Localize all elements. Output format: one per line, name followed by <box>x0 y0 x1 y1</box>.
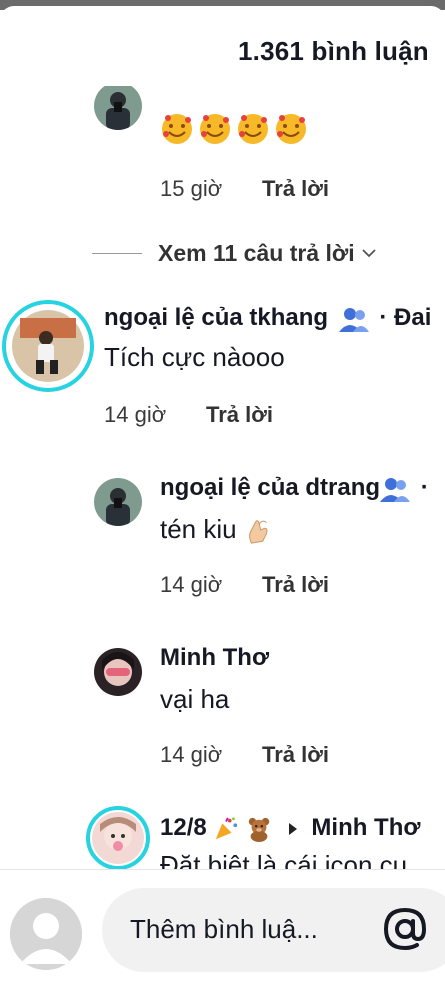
reply-button[interactable]: Trả lời <box>262 572 329 598</box>
avatar[interactable] <box>94 478 142 526</box>
caret-right-icon <box>288 822 297 835</box>
comments-header: 1.361 bình luận <box>0 36 445 76</box>
comment-time: 14 giờ <box>104 402 167 427</box>
comment-text: tén kiu <box>160 514 272 545</box>
chevron-down-icon <box>361 249 376 258</box>
comment-input-placeholder: Thêm bình luậ... <box>130 914 318 944</box>
commenter-name[interactable]: Minh Thơ <box>160 644 269 672</box>
comment-time: 15 giờ <box>160 176 223 201</box>
at-icon[interactable] <box>382 906 428 952</box>
reply-button[interactable]: Trả lời <box>206 402 273 428</box>
comment-time: 14 giờ <box>160 572 223 597</box>
comment-text: vại ha <box>160 684 230 714</box>
default-avatar-icon <box>10 898 82 970</box>
friends-icon <box>338 307 369 332</box>
comment-time: 14 giờ <box>160 742 223 767</box>
reply-button[interactable]: Trả lời <box>262 176 329 202</box>
avatar[interactable] <box>94 648 142 696</box>
smiling-face-with-hearts-emoji <box>276 114 306 144</box>
party-popper-emoji <box>216 817 238 839</box>
reply-button[interactable]: Trả lời <box>262 742 329 768</box>
view-replies-label: Xem 11 câu trả lời <box>158 239 355 266</box>
comments-sheet: 1.361 bình luận 15 giờ Trả lời Xem 11 câ… <box>0 6 445 989</box>
commenter-name[interactable]: 12/8 Minh Thơ <box>160 814 420 842</box>
commenter-name[interactable]: ngoại lệ của tkhang · Đai <box>104 304 431 332</box>
commenter-name[interactable]: ngoại lệ của dtrang · <box>160 474 429 502</box>
teddy-bear-emoji <box>248 817 270 842</box>
comment-input[interactable]: Thêm bình luậ... <box>102 888 445 972</box>
friends-icon <box>380 477 411 502</box>
avatar[interactable] <box>94 86 142 130</box>
comment-text: Tích cực nàooo <box>104 342 285 372</box>
avatar[interactable] <box>86 806 150 870</box>
comment-composer: Thêm bình luậ... <box>0 869 445 989</box>
avatar[interactable] <box>2 300 94 392</box>
divider-line <box>92 252 142 254</box>
smiling-face-with-hearts-emoji <box>238 114 268 144</box>
smiling-face-with-hearts-emoji <box>162 114 192 144</box>
comment-count-title: 1.361 bình luận <box>238 36 429 66</box>
current-user-avatar[interactable] <box>10 898 82 970</box>
smiling-face-with-hearts-emoji <box>200 114 230 144</box>
view-replies-button[interactable]: Xem 11 câu trả lời <box>92 238 377 268</box>
finger-heart-emoji <box>248 520 268 544</box>
comment-list[interactable]: 15 giờ Trả lời Xem 11 câu trả lời ngoại … <box>0 86 445 873</box>
comment-emoji-row <box>160 112 308 146</box>
